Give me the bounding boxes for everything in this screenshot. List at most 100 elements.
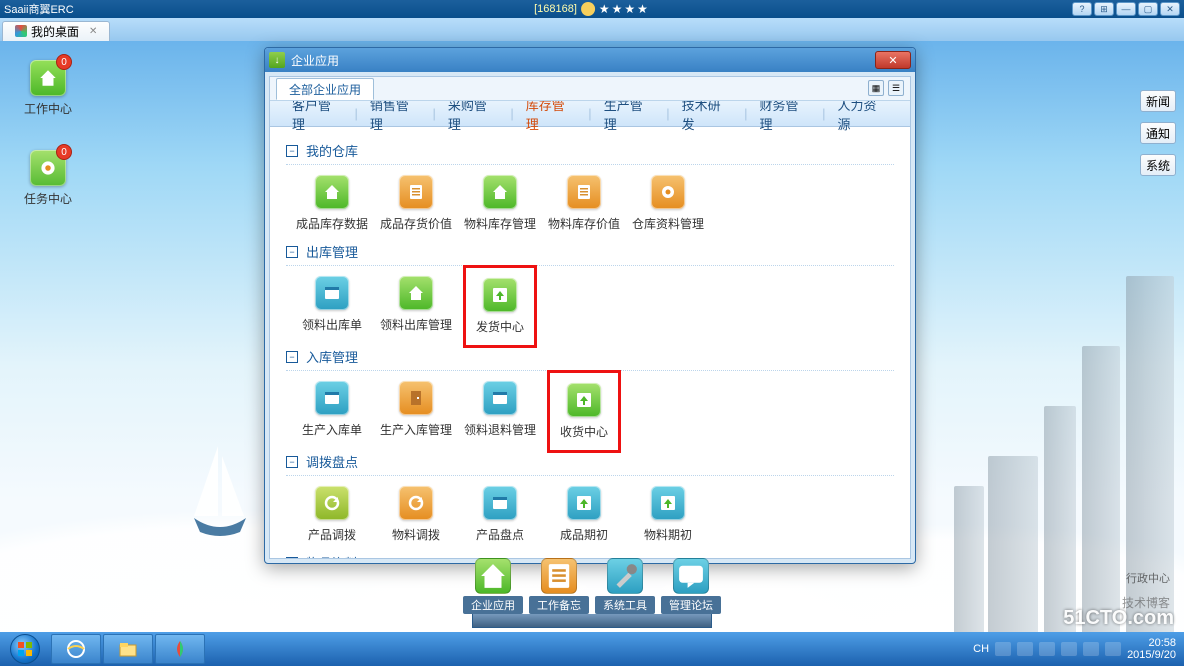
app-item[interactable]: 产品盘点 bbox=[474, 486, 526, 543]
app-item[interactable]: 发货中心 bbox=[474, 276, 526, 337]
door-icon bbox=[399, 381, 433, 415]
app-label: 成品期初 bbox=[560, 526, 608, 543]
card-icon bbox=[315, 381, 349, 415]
task-ie[interactable] bbox=[51, 634, 101, 664]
tray-icon[interactable] bbox=[1017, 642, 1033, 656]
collapse-icon[interactable]: − bbox=[286, 246, 298, 258]
app-item[interactable]: 成品期初 bbox=[558, 486, 610, 543]
window-close-button[interactable]: ✕ bbox=[875, 51, 911, 69]
side-button[interactable]: 通知 bbox=[1140, 122, 1176, 144]
dock-item[interactable]: 工作备忘 bbox=[529, 558, 589, 614]
clock[interactable]: 20:58 2015/9/20 bbox=[1127, 637, 1176, 661]
card-icon bbox=[483, 486, 517, 520]
tray-icon[interactable] bbox=[995, 642, 1011, 656]
app-label: 成品存货价值 bbox=[380, 215, 452, 232]
app-item[interactable]: 领料出库管理 bbox=[390, 276, 442, 337]
subtab-row: 全部企业应用 ▦ ☰ bbox=[270, 77, 910, 101]
app-label: 仓库资料管理 bbox=[632, 215, 704, 232]
app-item[interactable]: 领料出库单 bbox=[306, 276, 358, 337]
app-item[interactable]: 物料期初 bbox=[642, 486, 694, 543]
app-label: 生产入库单 bbox=[302, 421, 362, 438]
app-label: 物料期初 bbox=[644, 526, 692, 543]
task-app[interactable] bbox=[155, 634, 205, 664]
tray-icon[interactable] bbox=[1061, 642, 1077, 656]
tab-desktop[interactable]: 我的桌面 ✕ bbox=[2, 21, 110, 41]
view-toggle-2[interactable]: ☰ bbox=[888, 80, 904, 96]
face-icon bbox=[581, 2, 595, 16]
watermark: 51CTO.com bbox=[1063, 607, 1174, 630]
desktop-icon-label: 工作中心 bbox=[24, 100, 72, 117]
app-label: 领料出库单 bbox=[302, 316, 362, 333]
section-header: −入库管理 bbox=[286, 347, 894, 371]
tray-icon[interactable] bbox=[1083, 642, 1099, 656]
collapse-icon[interactable]: − bbox=[286, 557, 298, 559]
titlebar-button[interactable]: ⊞ bbox=[1094, 2, 1114, 16]
sailboat-decor bbox=[190, 436, 250, 546]
titlebar-button[interactable]: — bbox=[1116, 2, 1136, 16]
sheet-icon bbox=[399, 175, 433, 209]
view-toggle-1[interactable]: ▦ bbox=[868, 80, 884, 96]
app-window: ↓ 企业应用 ✕ 全部企业应用 ▦ ☰ 客户管理|销售管理|采购管理|库存管理|… bbox=[264, 47, 916, 564]
apps-scroll[interactable]: −我的仓库成品库存数据成品存货价值物料库存管理物料库存价值仓库资料管理−出库管理… bbox=[270, 127, 910, 558]
app-label: 发货中心 bbox=[476, 318, 524, 335]
cycle-icon bbox=[315, 486, 349, 520]
app-item[interactable]: 物料库存管理 bbox=[474, 175, 526, 232]
app-item[interactable]: 成品存货价值 bbox=[390, 175, 442, 232]
collapse-icon[interactable]: − bbox=[286, 145, 298, 157]
app-label: 产品盘点 bbox=[476, 526, 524, 543]
app-label: 产品调拨 bbox=[308, 526, 356, 543]
desktop-icon[interactable]: 0 工作中心 bbox=[24, 60, 72, 117]
sheet-icon bbox=[541, 558, 577, 594]
app-label: 收货中心 bbox=[560, 423, 608, 440]
section-title: 入库管理 bbox=[306, 347, 358, 366]
dock-item[interactable]: 管理论坛 bbox=[661, 558, 721, 614]
side-button[interactable]: 系统 bbox=[1140, 154, 1176, 176]
titlebar-button[interactable]: ? bbox=[1072, 2, 1092, 16]
app-item[interactable]: 物料库存价值 bbox=[558, 175, 610, 232]
up-icon bbox=[483, 278, 517, 312]
up-icon bbox=[651, 486, 685, 520]
collapse-icon[interactable]: − bbox=[286, 351, 298, 363]
titlebar: Saaii商翼ERC [168168] ★★★★ ?⊞—▢✕ bbox=[0, 0, 1184, 18]
app-item[interactable]: 产品调拨 bbox=[306, 486, 358, 543]
tray-lang[interactable]: CH bbox=[973, 643, 989, 655]
section-header: −出库管理 bbox=[286, 242, 894, 266]
desktop-glyph-icon: 0 bbox=[30, 60, 66, 96]
app-item[interactable]: 仓库资料管理 bbox=[642, 175, 694, 232]
start-button[interactable] bbox=[0, 632, 50, 666]
house-icon bbox=[475, 558, 511, 594]
tab-close-icon[interactable]: ✕ bbox=[89, 26, 97, 37]
app-item[interactable]: 生产入库单 bbox=[306, 381, 358, 442]
category-navbar: 客户管理|销售管理|采购管理|库存管理|生产管理|技术研发|财务管理|人力资源 bbox=[270, 101, 910, 127]
app-item[interactable]: 收货中心 bbox=[558, 381, 610, 442]
desktop-glyph-icon: 0 bbox=[30, 150, 66, 186]
titlebar-button[interactable]: ▢ bbox=[1138, 2, 1158, 16]
desktop-icon[interactable]: 0任务中心 bbox=[24, 150, 72, 207]
dock-label: 管理论坛 bbox=[661, 596, 721, 614]
up-icon bbox=[567, 486, 601, 520]
app-item[interactable]: 领料退料管理 bbox=[474, 381, 526, 442]
dock-item[interactable]: 系统工具 bbox=[595, 558, 655, 614]
collapse-icon[interactable]: − bbox=[286, 456, 298, 468]
card-icon bbox=[483, 381, 517, 415]
house-icon bbox=[315, 175, 349, 209]
app-item[interactable]: 物料调拨 bbox=[390, 486, 442, 543]
tray-icon[interactable] bbox=[1105, 642, 1121, 656]
app-label: 领料出库管理 bbox=[380, 316, 452, 333]
house-icon bbox=[399, 276, 433, 310]
dock-item[interactable]: 企业应用 bbox=[463, 558, 523, 614]
titlebar-button[interactable]: ✕ bbox=[1160, 2, 1180, 16]
tray-icon[interactable] bbox=[1039, 642, 1055, 656]
app-item[interactable]: 生产入库管理 bbox=[390, 381, 442, 442]
user-code: [168168] bbox=[534, 3, 577, 15]
tools-icon bbox=[607, 558, 643, 594]
subtab-all-apps[interactable]: 全部企业应用 bbox=[276, 78, 374, 100]
side-button[interactable]: 新闻 bbox=[1140, 90, 1176, 112]
section-title: 调拨盘点 bbox=[306, 452, 358, 471]
cycle-icon bbox=[399, 486, 433, 520]
dock-label: 系统工具 bbox=[595, 596, 655, 614]
card-icon bbox=[315, 276, 349, 310]
app-item[interactable]: 成品库存数据 bbox=[306, 175, 358, 232]
window-titlebar[interactable]: ↓ 企业应用 ✕ bbox=[265, 48, 915, 72]
task-explorer[interactable] bbox=[103, 634, 153, 664]
